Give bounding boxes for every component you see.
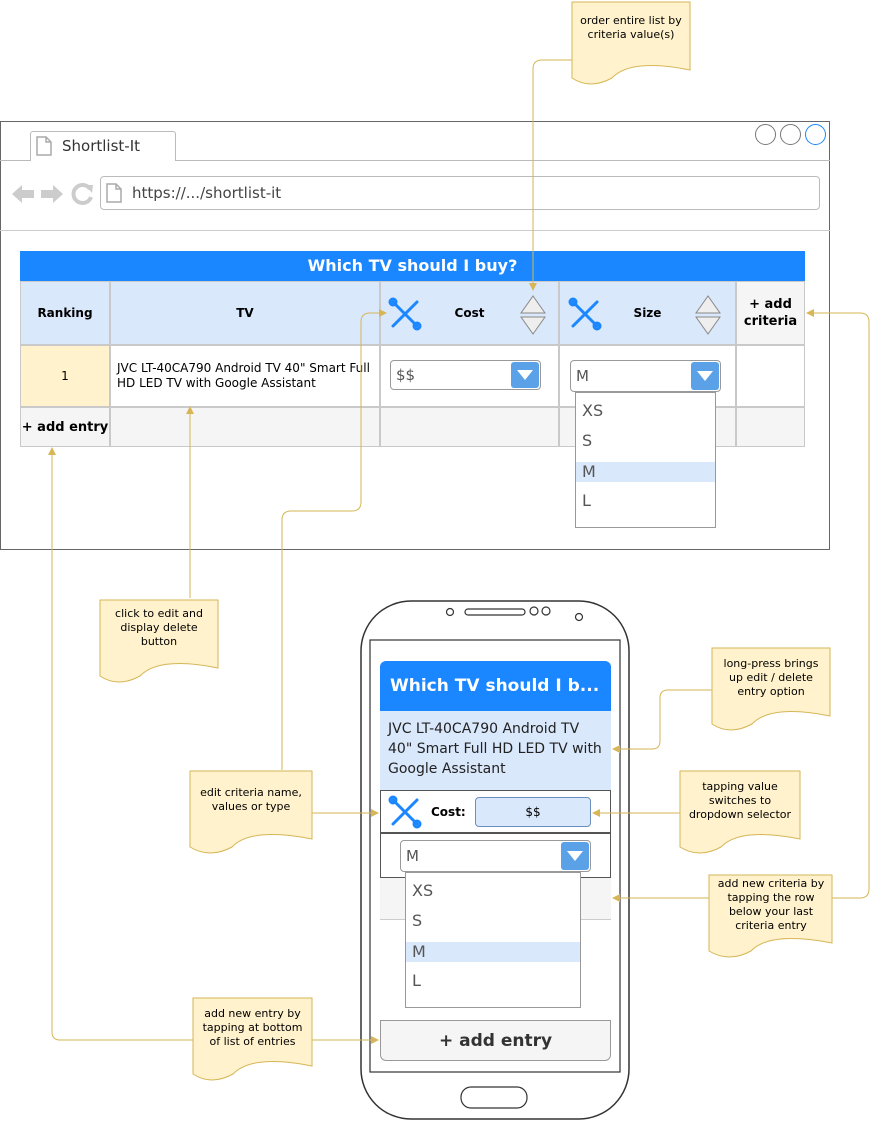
note-order-list: order entire list by criteria value(s) bbox=[580, 14, 682, 41]
note-tapping-value: tapping value switches to dropdown selec… bbox=[688, 780, 792, 821]
note-long-press: long-press brings up edit / delete entry… bbox=[723, 657, 819, 698]
annotation-connectors bbox=[48, 1, 870, 1081]
note-click-to-edit: click to edit and display delete button bbox=[115, 607, 203, 648]
note-add-criteria: add new criteria by tapping the row belo… bbox=[717, 877, 825, 932]
note-edit-criteria: edit criteria name, values or type bbox=[200, 786, 302, 813]
note-add-entry: add new entry by tapping at bottom of li… bbox=[202, 1007, 303, 1048]
